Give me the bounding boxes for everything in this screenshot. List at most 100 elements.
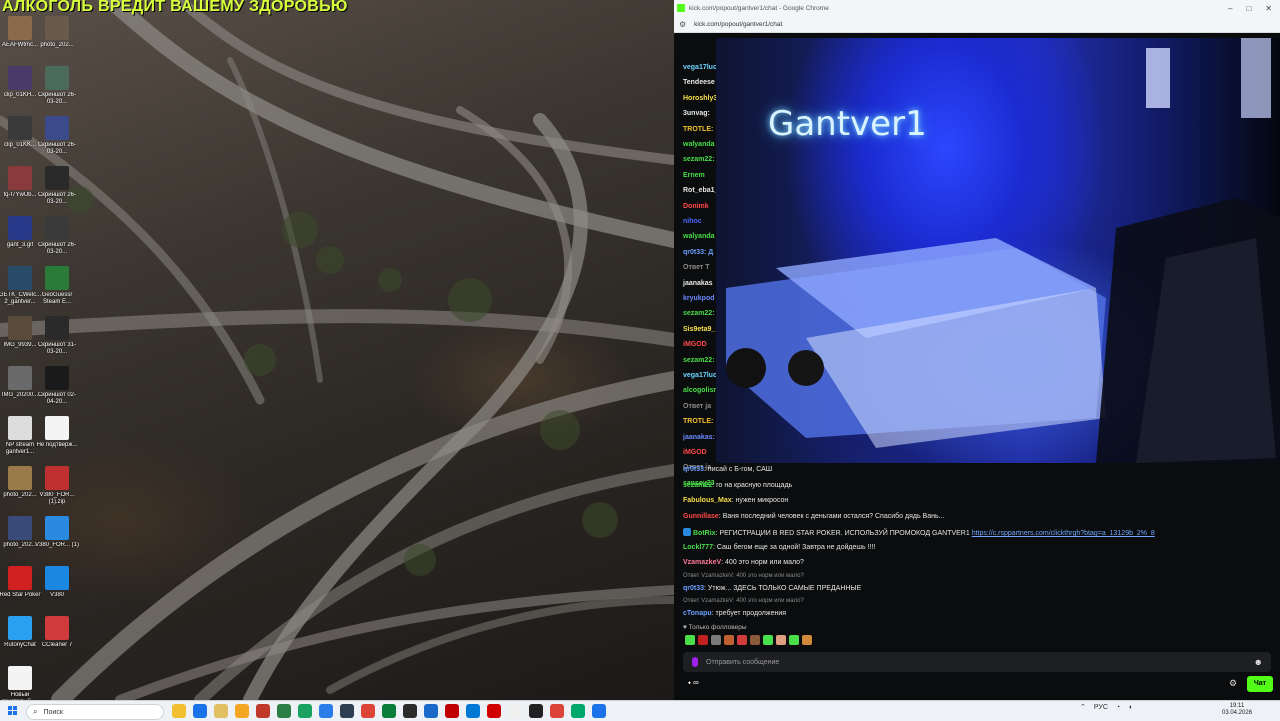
url-text[interactable]: kick.com/popout/gantver1/chat — [694, 21, 782, 28]
taskbar-app-icon[interactable] — [571, 704, 585, 718]
address-bar[interactable]: ⚙ kick.com/popout/gantver1/chat — [674, 16, 1280, 33]
chat-username[interactable]: Sis9eta9_ — [683, 326, 715, 333]
chat-username[interactable]: vega17luc — [683, 64, 717, 71]
desktop-icon[interactable]: Скриншот 26-03-20... — [34, 116, 80, 156]
chat-username[interactable]: Rot_eba1_ — [683, 187, 718, 194]
chat-username[interactable]: Horoshly3 — [683, 95, 717, 102]
desktop-icon[interactable]: V380_FOR... (1) — [34, 516, 80, 549]
desktop-icon[interactable]: Новый текстовый ... — [0, 666, 43, 700]
desktop-icon[interactable]: Скриншот 31-03-20... — [34, 316, 80, 356]
taskbar-app-icon[interactable] — [361, 704, 375, 718]
emote-icon[interactable] — [750, 635, 760, 645]
chat-reply-context[interactable]: Ответ VzamazkeV: 400 это норм или мало? — [683, 573, 804, 579]
taskbar-app-icon[interactable] — [445, 704, 459, 718]
chat-username[interactable]: iMGOD — [683, 449, 707, 456]
taskbar-app-icon[interactable] — [193, 704, 207, 718]
chat-username[interactable]: qr0t33 — [683, 466, 704, 473]
desktop-icon[interactable]: Скриншот 26-03-20... — [34, 166, 80, 206]
chat-username[interactable]: Ответ ja — [683, 403, 711, 410]
taskbar-app-icon[interactable] — [382, 704, 396, 718]
taskbar-app-icon[interactable] — [256, 704, 270, 718]
desktop-icon[interactable]: V380_FOR... (1).zip — [34, 466, 80, 506]
chat-username[interactable]: Gunnillase — [683, 513, 719, 520]
chat-username[interactable]: alcogolism — [683, 387, 720, 394]
chat-username[interactable]: Donimk — [683, 203, 709, 210]
emote-icon[interactable] — [737, 635, 747, 645]
desktop-icon[interactable]: Скриншот 02-04-20... — [34, 366, 80, 406]
site-settings-icon[interactable]: ⚙ — [679, 20, 686, 29]
taskbar-app-icon[interactable] — [340, 704, 354, 718]
volume-icon[interactable]: ◖ — [1128, 704, 1132, 711]
taskbar-app-icon[interactable] — [529, 704, 543, 718]
taskbar-app-icon[interactable] — [466, 704, 480, 718]
chat-username[interactable]: cTonapu — [683, 610, 712, 617]
minimize-button[interactable]: – — [1228, 4, 1232, 13]
desktop-icon[interactable]: Скриншот 26-03-20... — [34, 66, 80, 106]
chat-username[interactable]: qr0t33 — [683, 585, 704, 592]
emote-icon[interactable] — [711, 635, 721, 645]
chat-username[interactable]: VzamazkeV — [683, 559, 721, 566]
stream-video-overlay[interactable]: Gantver1 — [716, 38, 1280, 463]
language-indicator[interactable]: РУС — [1094, 704, 1108, 711]
chat-username[interactable]: Fabulous_Max — [683, 497, 732, 504]
emote-icon[interactable] — [685, 635, 695, 645]
taskbar-app-icon[interactable] — [550, 704, 564, 718]
start-button-windows-icon[interactable] — [8, 706, 18, 716]
tray-chevron-icon[interactable]: ⌃ — [1080, 703, 1086, 711]
chat-username[interactable]: Tendeese — [683, 79, 715, 86]
chat-username[interactable]: nihoc — [683, 218, 702, 225]
send-chat-button[interactable]: Чат — [1247, 676, 1273, 692]
emoji-picker-icon[interactable]: ☻ — [1254, 657, 1263, 667]
chat-username[interactable]: qr0t33: Д — [683, 249, 713, 256]
desktop-icon[interactable]: GeoGuessr Steam E... — [34, 266, 80, 306]
chat-username[interactable]: jaanakas: — [683, 434, 715, 441]
network-icon[interactable]: ◔ — [1116, 704, 1120, 711]
taskbar-app-icon[interactable] — [298, 704, 312, 718]
taskbar-app-icon[interactable] — [487, 704, 501, 718]
taskbar-app-icon[interactable] — [214, 704, 228, 718]
emote-icon[interactable] — [724, 635, 734, 645]
emote-icon[interactable] — [698, 635, 708, 645]
taskbar-app-icon[interactable] — [508, 704, 522, 718]
chat-username[interactable]: sezam22 — [683, 482, 712, 489]
taskbar-clock[interactable]: 19:11 03.04.2026 — [1222, 703, 1252, 717]
desktop-icon[interactable]: Не подтверж... — [34, 416, 80, 449]
chat-username[interactable]: sezam22: — [683, 357, 715, 364]
desktop-icon[interactable]: Скриншот 26-03-20... — [34, 216, 80, 256]
chat-username[interactable]: TROTLE: — [683, 418, 713, 425]
chat-username[interactable]: TROTLE: — [683, 126, 713, 133]
taskbar-app-icon[interactable] — [424, 704, 438, 718]
chat-username[interactable]: 3unvag: — [683, 110, 710, 117]
chat-link[interactable]: https://c.rsppartners.com/clickthrgh?bta… — [972, 530, 1155, 537]
chat-reply-context[interactable]: Ответ VzamazkeV: 400 это норм или мало? — [683, 598, 804, 604]
taskbar-app-icon[interactable] — [592, 704, 606, 718]
chat-username[interactable]: sezam22: — [683, 310, 715, 317]
desktop-icon[interactable]: CCleaner 7 — [34, 616, 80, 649]
taskbar-app-icon[interactable] — [235, 704, 249, 718]
chat-username[interactable]: jaanakas — [683, 280, 713, 287]
chat-username[interactable]: vega17luc — [683, 372, 717, 379]
chat-settings-gear-icon[interactable]: ⚙ — [1229, 678, 1237, 689]
chat-message-input[interactable]: Отправить сообщение ☻ — [683, 652, 1271, 672]
emote-icon[interactable] — [776, 635, 786, 645]
microphone-icon[interactable] — [692, 657, 698, 667]
emote-icon[interactable] — [789, 635, 799, 645]
chat-username[interactable]: Lockl777 — [683, 544, 713, 551]
desktop-icon[interactable]: V380 — [34, 566, 80, 599]
desktop-icon[interactable]: photo_202... — [34, 16, 80, 49]
emote-icon[interactable] — [802, 635, 812, 645]
close-button[interactable]: ✕ — [1265, 4, 1272, 13]
chat-username[interactable]: kryukpod — [683, 295, 715, 302]
chat-username[interactable]: Ответ T — [683, 264, 710, 271]
chat-username[interactable]: walyanda — [683, 233, 715, 240]
maximize-button[interactable]: □ — [1246, 4, 1251, 13]
chat-username[interactable]: walyanda — [683, 141, 715, 148]
emote-icon[interactable] — [763, 635, 773, 645]
taskbar-app-icon[interactable] — [277, 704, 291, 718]
chrome-titlebar[interactable]: kick.com/popout/gantver1/chat - Google C… — [674, 0, 1280, 16]
taskbar-app-icon[interactable] — [319, 704, 333, 718]
taskbar-app-icon[interactable] — [403, 704, 417, 718]
taskbar-app-icon[interactable] — [172, 704, 186, 718]
chat-username[interactable]: Ernem — [683, 172, 705, 179]
chat-username[interactable]: iMGOD — [683, 341, 707, 348]
